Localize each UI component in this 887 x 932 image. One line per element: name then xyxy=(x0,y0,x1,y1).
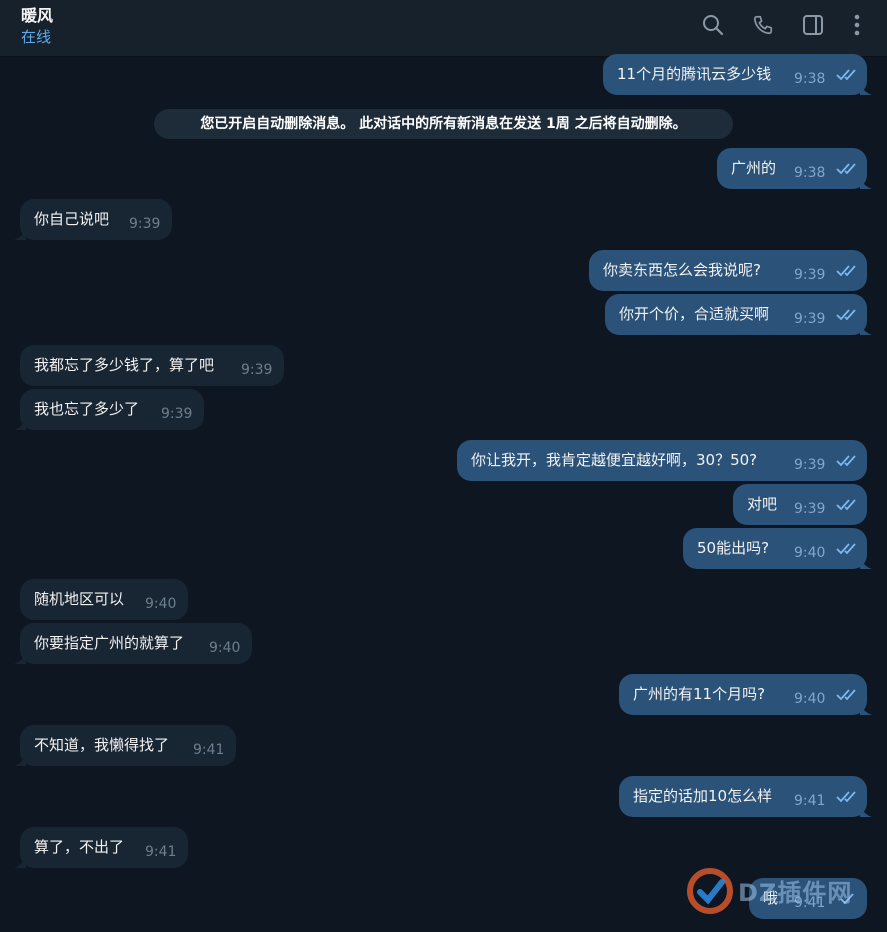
message-time: 9:39 xyxy=(129,216,161,232)
read-ticks-icon xyxy=(836,163,856,175)
bubble-tail xyxy=(14,754,26,766)
watermark-text: DZ插件网 xyxy=(738,879,853,907)
bubble-tail xyxy=(860,83,872,95)
read-ticks-icon xyxy=(836,265,856,277)
bubble-tail xyxy=(860,557,872,569)
read-ticks-icon xyxy=(836,309,856,321)
message-text: 我也忘了多少了 xyxy=(34,400,140,418)
message-text: 你让我开，我肯定越便宜越好啊，30？50? xyxy=(471,451,758,469)
message-time: 9:39 xyxy=(161,406,193,422)
message-bubble-incoming[interactable]: 算了，不出了 9:41 xyxy=(20,827,188,868)
message-bubble-outgoing[interactable]: 50能出吗? 9:40 xyxy=(683,528,867,569)
read-ticks-icon xyxy=(836,69,856,81)
message-text: 50能出吗? xyxy=(697,539,770,557)
watermark-logo-icon xyxy=(687,868,733,914)
sidebar-toggle-icon[interactable] xyxy=(799,11,827,39)
message-time: 9:40 xyxy=(145,596,177,612)
phone-icon[interactable] xyxy=(749,11,777,39)
message-bubble-outgoing[interactable]: 你卖东西怎么会我说呢? 9:39 xyxy=(589,250,867,291)
contact-name[interactable]: 暖风 xyxy=(21,2,53,26)
message-text: 你开个价，合适就买啊 xyxy=(619,305,770,323)
message-time: 9:38 xyxy=(794,71,826,87)
message-text: 你卖东西怎么会我说呢? xyxy=(603,261,761,279)
message-bubble-incoming[interactable]: 你自己说吧 9:39 xyxy=(20,199,172,240)
message-list[interactable]: 您已开启自动删除消息。 此对话中的所有新消息在发送 1周 之后将自动删除。 11… xyxy=(0,54,887,932)
message-text: 11个月的腾讯云多少钱 xyxy=(617,65,772,83)
message-bubble-outgoing[interactable]: 广州的有11个月吗? 9:40 xyxy=(619,674,867,715)
more-vertical-icon[interactable] xyxy=(843,11,871,39)
message-time: 9:39 xyxy=(794,311,826,327)
message-bubble-incoming[interactable]: 我也忘了多少了 9:39 xyxy=(20,389,204,430)
auto-delete-service-message: 您已开启自动删除消息。 此对话中的所有新消息在发送 1周 之后将自动删除。 xyxy=(154,109,733,139)
chat-header: 暖风 在线 xyxy=(0,0,887,57)
message-text: 对吧 xyxy=(747,495,778,513)
bubble-tail xyxy=(14,418,26,430)
message-time: 9:41 xyxy=(193,742,225,758)
message-text: 指定的话加10怎么样 xyxy=(633,787,773,805)
message-text: 广州的有11个月吗? xyxy=(633,685,766,703)
message-time: 9:40 xyxy=(794,691,826,707)
bubble-tail xyxy=(860,323,872,335)
message-time: 9:39 xyxy=(794,267,826,283)
message-time: 9:38 xyxy=(794,165,826,181)
message-text: 不知道，我懒得找了 xyxy=(34,736,170,754)
message-text: 我都忘了多少钱了，算了吧 xyxy=(34,356,215,374)
search-icon[interactable] xyxy=(699,11,727,39)
message-text: 你自己说吧 xyxy=(34,210,110,228)
message-text: 随机地区可以 xyxy=(34,590,125,608)
message-bubble-outgoing[interactable]: 广州的 9:38 xyxy=(717,148,867,189)
bubble-tail xyxy=(860,805,872,817)
bubble-tail xyxy=(860,703,872,715)
message-time: 9:41 xyxy=(794,793,826,809)
message-time: 9:41 xyxy=(145,844,177,860)
bubble-tail xyxy=(14,856,26,868)
read-ticks-icon xyxy=(836,499,856,511)
message-text: 你要指定广州的就算了 xyxy=(34,634,185,652)
message-bubble-outgoing[interactable]: 你开个价，合适就买啊 9:39 xyxy=(605,294,867,335)
bubble-tail xyxy=(860,177,872,189)
message-time: 9:39 xyxy=(241,362,273,378)
message-bubble-outgoing[interactable]: 11个月的腾讯云多少钱 9:38 xyxy=(603,54,867,95)
message-bubble-incoming[interactable]: 我都忘了多少钱了，算了吧 9:39 xyxy=(20,345,284,386)
contact-status: 在线 xyxy=(21,28,52,46)
bubble-tail xyxy=(14,652,26,664)
message-time: 9:40 xyxy=(209,640,241,656)
message-bubble-incoming[interactable]: 你要指定广州的就算了 9:40 xyxy=(20,623,252,664)
read-ticks-icon xyxy=(836,791,856,803)
bubble-tail xyxy=(14,228,26,240)
message-bubble-incoming[interactable]: 随机地区可以 9:40 xyxy=(20,579,188,620)
message-bubble-outgoing[interactable]: 对吧 9:39 xyxy=(733,484,867,525)
message-time: 9:39 xyxy=(794,457,826,473)
read-ticks-icon xyxy=(836,455,856,467)
read-ticks-icon xyxy=(836,689,856,701)
message-bubble-outgoing[interactable]: 你让我开，我肯定越便宜越好啊，30？50? 9:39 xyxy=(457,440,867,481)
read-ticks-icon xyxy=(836,543,856,555)
message-time: 9:39 xyxy=(794,501,826,517)
message-text: 广州的 xyxy=(731,159,777,177)
message-bubble-incoming[interactable]: 不知道，我懒得找了 9:41 xyxy=(20,725,236,766)
message-text: 算了，不出了 xyxy=(34,838,125,856)
message-time: 9:40 xyxy=(794,545,826,561)
message-bubble-outgoing[interactable]: 指定的话加10怎么样 9:41 xyxy=(619,776,867,817)
